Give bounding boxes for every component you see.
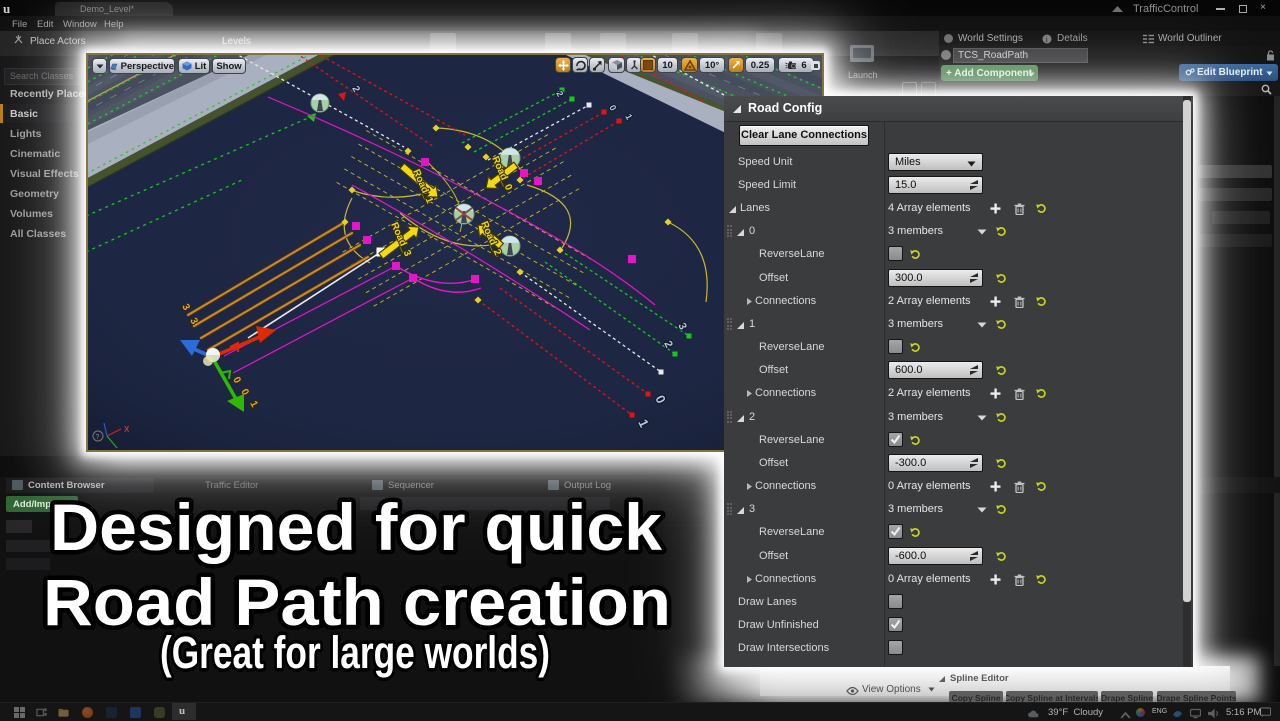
svg-text:X: X xyxy=(124,425,130,434)
svg-text:(Great for large worlds): (Great for large worlds) xyxy=(160,627,550,678)
svg-text:Designed for quick: Designed for quick xyxy=(50,490,662,564)
